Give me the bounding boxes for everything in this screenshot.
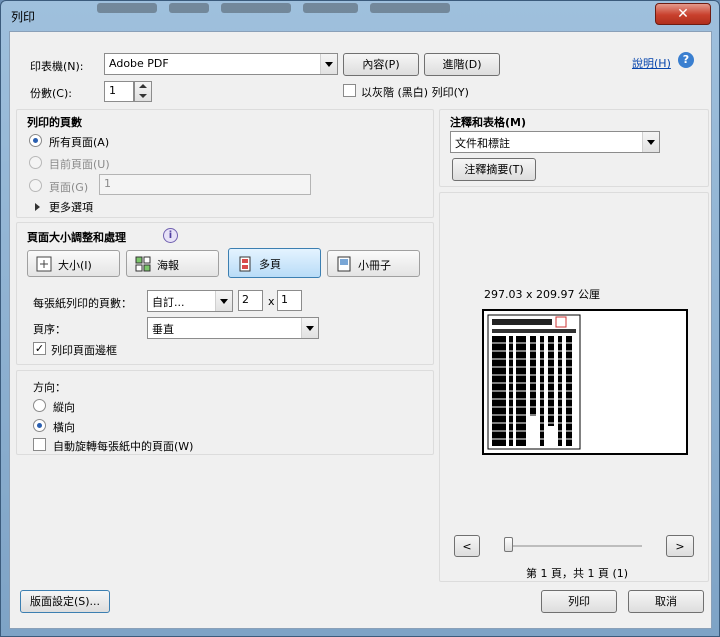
more-options-link[interactable]: 更多選項 — [49, 199, 93, 215]
print-dialog-window: 列印 ✕ 印表機(N): Adobe PDF 內容(P) 進階(D) 說明(H)… — [0, 0, 720, 637]
page-order-label: 頁序： — [33, 323, 66, 336]
mode-size-label: 大小(I) — [58, 259, 92, 272]
chevron-down-icon — [301, 318, 318, 338]
cancel-button[interactable]: 取消 — [628, 590, 704, 613]
page-range-input[interactable]: 1 — [99, 174, 311, 195]
orientation-panel: 方向： 縱向 橫向 自動旋轉每張紙中的頁面(W) — [16, 370, 434, 455]
printer-select-value: Adobe PDF — [109, 57, 169, 70]
page-setup-button[interactable]: 版面設定(S)... — [20, 590, 110, 613]
print-button[interactable]: 列印 — [541, 590, 617, 613]
next-page-button[interactable]: > — [666, 535, 694, 557]
comments-forms-panel: 注釋和表格(M) 文件和標註 注釋摘要(T) — [439, 109, 709, 187]
title-bar[interactable]: 列印 ✕ — [1, 1, 719, 31]
multiple-pages-icon — [239, 256, 251, 272]
page-sizing-panel: 頁面大小調整和處理 i 大小(I) 海報 多頁 小冊子 每張紙列印的頁數： 自訂… — [16, 222, 434, 365]
window-title: 列印 — [11, 10, 36, 24]
mode-multiple-button[interactable]: 多頁 — [228, 248, 321, 278]
copies-label: 份數(C): — [30, 87, 72, 100]
comments-forms-heading: 注釋和表格(M) — [450, 116, 527, 129]
preview-dimensions: 297.03 x 209.97 公厘 — [484, 288, 600, 301]
grayscale-label: 以灰階 (黑白) 列印(Y) — [361, 86, 469, 99]
close-button[interactable]: ✕ — [655, 3, 711, 25]
page-order-value: 垂直 — [152, 323, 174, 336]
help-icon[interactable]: ? — [678, 52, 694, 68]
chevron-down-icon — [139, 94, 147, 98]
landscape-label: 橫向 — [53, 421, 75, 434]
advanced-button[interactable]: 進階(D) — [424, 53, 500, 76]
chevron-down-icon — [642, 132, 659, 152]
mode-booklet-label: 小冊子 — [358, 259, 391, 272]
help-link[interactable]: 說明(H) — [632, 55, 671, 71]
rows-input[interactable]: 1 — [277, 290, 302, 311]
page-sizing-heading: 頁面大小調整和處理 — [27, 231, 126, 244]
pages-per-sheet-label: 每張紙列印的頁數： — [33, 297, 132, 310]
comments-forms-value: 文件和標註 — [455, 137, 510, 150]
title-bar-background-art — [91, 1, 611, 15]
auto-rotate-checkbox[interactable] — [33, 438, 46, 451]
dialog-body: 印表機(N): Adobe PDF 內容(P) 進階(D) 說明(H) ? 份數… — [9, 31, 712, 629]
resize-icon — [36, 256, 52, 272]
preview-thumbnail — [487, 314, 581, 450]
page-order-select[interactable]: 垂直 — [147, 317, 319, 339]
printer-label: 印表機(N): — [30, 60, 84, 73]
mode-booklet-button[interactable]: 小冊子 — [327, 250, 420, 277]
times-symbol: x — [268, 295, 275, 308]
page-slider-thumb[interactable] — [504, 537, 513, 552]
copies-input[interactable]: 1 — [104, 81, 134, 102]
current-page-label: 目前頁面(U) — [49, 158, 110, 171]
preview-page — [482, 309, 688, 455]
portrait-label: 縱向 — [53, 401, 75, 414]
pages-per-sheet-value: 自訂... — [152, 296, 185, 309]
chevron-down-icon — [215, 291, 232, 311]
page-range-label: 頁面(G) — [49, 181, 89, 194]
pages-panel: 列印的頁數 所有頁面(A) 目前頁面(U) 頁面(G) 1 更多選項 — [16, 109, 434, 218]
booklet-icon — [337, 256, 351, 272]
summarize-comments-button[interactable]: 注釋摘要(T) — [452, 158, 536, 181]
portrait-radio[interactable] — [33, 399, 46, 412]
landscape-radio[interactable] — [33, 419, 46, 432]
poster-icon — [135, 256, 151, 272]
previous-page-button[interactable]: < — [454, 535, 480, 557]
pages-per-sheet-select[interactable]: 自訂... — [147, 290, 233, 312]
orientation-heading: 方向： — [33, 381, 66, 394]
printer-select[interactable]: Adobe PDF — [104, 53, 338, 75]
columns-input[interactable]: 2 — [238, 290, 263, 311]
mode-poster-button[interactable]: 海報 — [126, 250, 219, 277]
comments-forms-select[interactable]: 文件和標註 — [450, 131, 660, 153]
all-pages-radio[interactable] — [29, 134, 42, 147]
mode-size-button[interactable]: 大小(I) — [27, 250, 120, 277]
page-range-radio[interactable] — [29, 179, 42, 192]
chevron-up-icon — [139, 84, 147, 88]
expand-arrow-icon[interactable] — [35, 203, 40, 211]
page-slider-track[interactable] — [506, 545, 642, 547]
print-border-label: 列印頁面邊框 — [51, 344, 117, 357]
chevron-down-icon — [320, 54, 337, 74]
grayscale-checkbox[interactable] — [343, 84, 356, 97]
pages-heading: 列印的頁數 — [27, 116, 82, 129]
current-page-radio[interactable] — [29, 156, 42, 169]
properties-button[interactable]: 內容(P) — [343, 53, 419, 76]
all-pages-label: 所有頁面(A) — [49, 136, 110, 149]
preview-panel: 297.03 x 209.97 公厘 < > 第 1 頁，共 1 頁 (1) — [439, 192, 709, 582]
auto-rotate-label: 自動旋轉每張紙中的頁面(W) — [53, 440, 194, 453]
mode-poster-label: 海報 — [157, 259, 179, 272]
copies-stepper[interactable] — [134, 81, 152, 102]
info-icon[interactable]: i — [163, 228, 178, 243]
mode-multiple-label: 多頁 — [259, 258, 281, 271]
page-status: 第 1 頁，共 1 頁 (1) — [526, 567, 629, 580]
print-border-checkbox[interactable]: ✓ — [33, 342, 46, 355]
